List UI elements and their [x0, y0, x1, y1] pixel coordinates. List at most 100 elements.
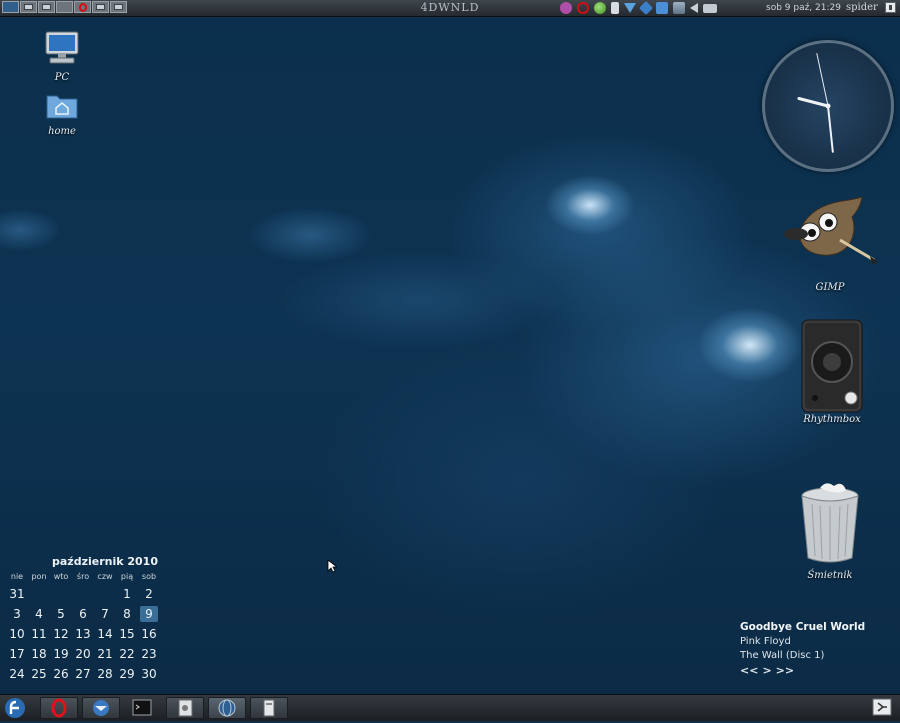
play-button[interactable]: > — [762, 664, 771, 677]
now-playing-widget: Goodbye Cruel World Pink Floyd The Wall … — [740, 621, 895, 677]
trash-icon — [801, 483, 859, 563]
terminal-taskbar-button[interactable] — [124, 697, 162, 719]
download-icon[interactable] — [624, 3, 636, 13]
globe-icon — [218, 699, 236, 717]
calendar-day — [28, 584, 50, 604]
calendar-day[interactable]: 10 — [6, 624, 28, 644]
calendar-widget: październik 2010 nie pon wto śro czw pią sob 3… — [6, 554, 162, 684]
song-artist: Pink Floyd — [740, 636, 791, 647]
desktop-icon-trash[interactable]: Śmietnik — [792, 482, 868, 581]
desktop-icon-label: PC — [54, 72, 70, 83]
workspace-pager[interactable] — [2, 1, 128, 14]
thunderbird-taskbar-button[interactable] — [82, 697, 120, 719]
playback-controls: << > >> — [740, 664, 895, 677]
calendar-day[interactable]: 15 — [116, 624, 138, 644]
fedora-menu-icon[interactable] — [4, 697, 30, 719]
panel-clock[interactable]: sob 9 paź, 21:29 — [766, 0, 841, 16]
calendar-day[interactable]: 14 — [94, 624, 116, 644]
calendar-day[interactable]: 1 — [116, 584, 138, 604]
calendar-weekday-header: nie pon wto śro czw pią sob — [6, 570, 162, 584]
calendar-day[interactable]: 27 — [72, 664, 94, 684]
calendar-weekday: nie — [10, 572, 24, 581]
calendar-day[interactable]: 6 — [72, 604, 94, 624]
workspace-7[interactable] — [110, 1, 127, 13]
hour-hand — [797, 96, 830, 108]
logout-icon[interactable] — [885, 2, 896, 13]
calendar-weekday: pon — [31, 572, 47, 581]
calendar-day[interactable]: 28 — [94, 664, 116, 684]
song-title: Goodbye Cruel World — [740, 621, 866, 633]
clock-face — [797, 53, 834, 153]
file-manager-taskbar-button[interactable] — [250, 697, 288, 719]
calendar-day[interactable]: 19 — [50, 644, 72, 664]
calendar-day[interactable]: 8 — [116, 604, 138, 624]
calendar-day[interactable]: 26 — [50, 664, 72, 684]
calendar-day — [94, 584, 116, 604]
calendar-day[interactable]: 17 — [6, 644, 28, 664]
calendar-day[interactable]: 2 — [138, 584, 160, 604]
calendar-weekday: sob — [141, 572, 157, 581]
workspace-2[interactable] — [20, 1, 37, 13]
opera-taskbar-button[interactable] — [40, 697, 78, 719]
show-desktop-button[interactable] — [872, 697, 896, 719]
calendar-day[interactable]: 30 — [138, 664, 160, 684]
workspace-5[interactable] — [74, 1, 91, 13]
clipboard-icon[interactable] — [656, 2, 668, 14]
calendar-day[interactable]: 31 — [6, 584, 28, 604]
calendar-weekday: wto — [53, 572, 69, 581]
volume-icon[interactable] — [690, 3, 698, 13]
show-desktop-icon — [872, 698, 892, 716]
system-tray — [560, 0, 717, 16]
calendar-weekday: śro — [76, 572, 90, 581]
active-window-title[interactable]: 4DWNLD — [300, 0, 600, 16]
calendar-day[interactable]: 12 — [50, 624, 72, 644]
calendar-day[interactable]: 4 — [28, 604, 50, 624]
workspace-6[interactable] — [92, 1, 109, 13]
second-hand — [816, 53, 829, 107]
top-panel: 4DWNLD sob 9 paź, 21:29 spider — [0, 0, 900, 17]
calendar-day[interactable]: 3 — [6, 604, 28, 624]
user-name[interactable]: spider — [846, 0, 878, 16]
display-icon[interactable] — [703, 3, 717, 13]
image-viewer-taskbar-button[interactable] — [166, 697, 204, 719]
calendar-month-title[interactable]: październik 2010 — [6, 554, 162, 570]
calendar-day[interactable]: 29 — [116, 664, 138, 684]
calendar-day[interactable]: 16 — [138, 624, 160, 644]
desktop-icon-gimp[interactable]: GIMP — [780, 196, 880, 293]
desktop-icon-home[interactable]: home — [38, 90, 86, 137]
minute-hand — [827, 105, 834, 153]
battery-icon[interactable] — [611, 2, 619, 14]
calendar-day[interactable]: 13 — [72, 624, 94, 644]
calendar-day[interactable]: 5 — [50, 604, 72, 624]
previous-track-button[interactable]: << — [740, 664, 758, 677]
calendar-day[interactable]: 24 — [6, 664, 28, 684]
update-icon[interactable] — [594, 2, 606, 14]
next-track-button[interactable]: >> — [776, 664, 794, 677]
calendar-day[interactable]: 7 — [94, 604, 116, 624]
opera-icon[interactable] — [577, 2, 589, 14]
calendar-day[interactable]: 23 — [138, 644, 160, 664]
analog-clock-widget — [762, 40, 894, 172]
song-album: The Wall (Disc 1) — [740, 650, 825, 661]
network-icon[interactable] — [638, 0, 654, 16]
calendar-day[interactable]: 9 — [140, 606, 158, 622]
calendar-day[interactable]: 25 — [28, 664, 50, 684]
calendar-day — [72, 584, 94, 604]
desktop-icon-rhythmbox[interactable]: Rhythmbox — [792, 318, 872, 425]
calendar-day[interactable]: 22 — [116, 644, 138, 664]
desktop-icon-pc[interactable]: PC — [38, 30, 86, 83]
calendar-day — [50, 584, 72, 604]
calendar-day[interactable]: 18 — [28, 644, 50, 664]
workspace-1[interactable] — [2, 1, 19, 13]
opera-icon — [51, 698, 67, 718]
desktop-icon-label: Śmietnik — [807, 570, 853, 581]
desktop-icon-label: home — [48, 126, 76, 137]
workspace-3[interactable] — [38, 1, 55, 13]
globe-taskbar-button[interactable] — [208, 697, 246, 719]
calendar-day[interactable]: 20 — [72, 644, 94, 664]
calendar-day[interactable]: 21 — [94, 644, 116, 664]
workspace-4[interactable] — [56, 1, 73, 13]
calendar-day[interactable]: 11 — [28, 624, 50, 644]
vmware-icon[interactable] — [673, 2, 685, 14]
pidgin-icon[interactable] — [560, 2, 572, 14]
